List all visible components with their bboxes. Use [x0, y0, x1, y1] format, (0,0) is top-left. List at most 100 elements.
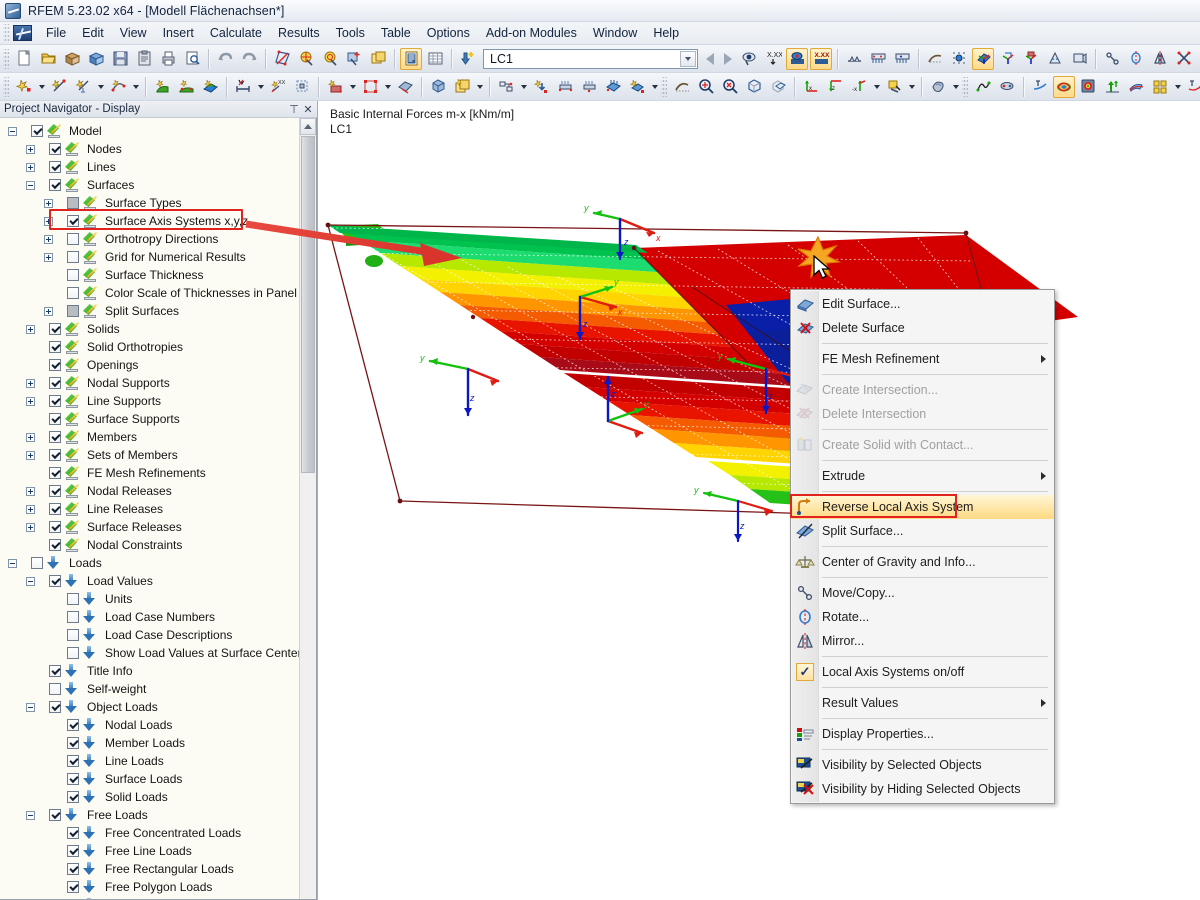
- tree-expander-plus-icon[interactable]: [26, 162, 35, 172]
- mirror-tool-icon[interactable]: [1149, 48, 1171, 70]
- support-reaction-icon[interactable]: [1101, 76, 1123, 98]
- section-cut-icon[interactable]: [1184, 76, 1200, 98]
- tree-item[interactable]: Surface Releases: [4, 518, 299, 536]
- tree-item[interactable]: Object Loads: [4, 698, 299, 716]
- tree-checkbox[interactable]: [49, 665, 61, 677]
- tree-checkbox[interactable]: [31, 557, 43, 569]
- tree-checkbox[interactable]: [67, 791, 79, 803]
- tree-checkbox[interactable]: [31, 125, 43, 137]
- context-menu-item-visibility-by-hiding-selected-objects[interactable]: Visibility by Hiding Selected Objects: [791, 777, 1054, 801]
- new-load-case-icon[interactable]: [457, 48, 479, 70]
- new-dimension-icon[interactable]: [72, 76, 94, 98]
- menu-grip[interactable]: [3, 24, 10, 42]
- tree-checkbox[interactable]: [49, 449, 61, 461]
- tree-checkbox[interactable]: [49, 809, 61, 821]
- copy-window-icon[interactable]: [367, 48, 389, 70]
- tree-checkbox[interactable]: [67, 215, 79, 227]
- render-view-dropdown-icon[interactable]: [906, 76, 917, 98]
- new-window-view-icon[interactable]: [451, 76, 473, 98]
- redo-icon[interactable]: [238, 48, 260, 70]
- tree-item[interactable]: Free Polygon Loads: [4, 878, 299, 896]
- tree-checkbox[interactable]: [49, 179, 61, 191]
- result-surface-icon[interactable]: [1125, 76, 1147, 98]
- new-solid-icon[interactable]: [175, 76, 197, 98]
- tree-checkbox[interactable]: [67, 827, 79, 839]
- display-mode-dropdown-icon[interactable]: [950, 76, 961, 98]
- tree-item[interactable]: Free Rectangular Loads: [4, 860, 299, 878]
- new-node-icon[interactable]: [13, 76, 35, 98]
- new-node-dropdown-icon[interactable]: [36, 76, 47, 98]
- select-circle-icon[interactable]: [319, 48, 341, 70]
- tree-expander-plus-icon[interactable]: [26, 396, 35, 406]
- tree-item[interactable]: Nodal Supports: [4, 374, 299, 392]
- tree-checkbox[interactable]: [67, 269, 79, 281]
- zoom-in-icon[interactable]: [695, 76, 717, 98]
- context-menu-item-split-surface[interactable]: Split Surface...: [791, 519, 1054, 543]
- view-yz-icon[interactable]: z: [824, 76, 846, 98]
- tree-checkbox[interactable]: [49, 323, 61, 335]
- tree-expander-plus-icon[interactable]: [44, 306, 53, 316]
- deformation-icon[interactable]: [972, 76, 994, 98]
- tree-item[interactable]: Show Load Values at Surface Center: [4, 644, 302, 662]
- tree-item[interactable]: Nodal Loads: [4, 716, 299, 734]
- results-on-off-icon[interactable]: [738, 48, 760, 70]
- tree-item[interactable]: Load Case Descriptions: [4, 626, 299, 644]
- context-menu-item-display-properties[interactable]: Display Properties...: [791, 722, 1054, 746]
- tree-item[interactable]: Member Loads: [4, 734, 299, 752]
- menu-item-table[interactable]: Table: [373, 23, 419, 44]
- display-mode-icon[interactable]: [927, 76, 949, 98]
- tree-expander-plus-icon[interactable]: [26, 504, 35, 514]
- tree-item[interactable]: Free Concentrated Loads: [4, 824, 299, 842]
- menu-item-results[interactable]: Results: [270, 23, 328, 44]
- context-menu-item-visibility-by-selected-objects[interactable]: Visibility by Selected Objects: [791, 753, 1054, 777]
- tree-checkbox[interactable]: [67, 233, 79, 245]
- tree-item[interactable]: Free Line Loads: [4, 842, 299, 860]
- tree-checkbox[interactable]: [49, 521, 61, 533]
- tree-item[interactable]: Surface Thickness: [4, 266, 299, 284]
- tree-checkbox[interactable]: [49, 395, 61, 407]
- tree-expander-minus-icon[interactable]: [26, 576, 35, 586]
- tree-checkbox[interactable]: [67, 863, 79, 875]
- snap-icon[interactable]: [671, 76, 693, 98]
- print-icon[interactable]: [157, 48, 179, 70]
- tree-checkbox[interactable]: [67, 755, 79, 767]
- render-view-icon[interactable]: [883, 76, 905, 98]
- toolbar-grip-4[interactable]: [962, 76, 968, 97]
- cross-tool-icon[interactable]: [1173, 48, 1195, 70]
- pin-icon[interactable]: ⊤: [287, 102, 301, 116]
- tree-checkbox[interactable]: [49, 539, 61, 551]
- tree-expander-plus-icon[interactable]: [44, 252, 53, 262]
- context-menu-item-rotate[interactable]: Rotate...: [791, 605, 1054, 629]
- axis-system-3-icon[interactable]: [1020, 48, 1042, 70]
- tree-expander-plus-icon[interactable]: [26, 522, 35, 532]
- new-window-dropdown-icon[interactable]: [474, 76, 485, 98]
- load-case-combo[interactable]: LC1: [483, 48, 698, 69]
- transfer-dropdown-icon[interactable]: [518, 76, 529, 98]
- open-folder-icon[interactable]: [37, 48, 59, 70]
- table-grid-icon[interactable]: [424, 48, 446, 70]
- tree-item[interactable]: Openings: [4, 356, 299, 374]
- tree-item[interactable]: Surface Loads: [4, 770, 299, 788]
- tree-checkbox[interactable]: [49, 503, 61, 515]
- tree-item[interactable]: Units: [4, 590, 299, 608]
- tree-item[interactable]: Surfaces: [4, 176, 299, 194]
- new-line-support-dropdown-icon[interactable]: [382, 76, 393, 98]
- rotate-tool-icon[interactable]: [1125, 48, 1147, 70]
- menu-item-options[interactable]: Options: [419, 23, 478, 44]
- context-menu-item-reverse-local-axis-system[interactable]: Reverse Local Axis System: [791, 495, 1054, 519]
- context-menu-item-fe-mesh-refinement[interactable]: FE Mesh Refinement: [791, 347, 1054, 371]
- select-plane-icon[interactable]: [271, 48, 293, 70]
- new-nodal-support-dropdown-icon[interactable]: [347, 76, 358, 98]
- tree-item[interactable]: Surface Supports: [4, 410, 299, 428]
- tree-item[interactable]: Surface Types: [4, 194, 299, 212]
- tree-expander-plus-icon[interactable]: [26, 486, 35, 496]
- new-line-icon[interactable]: [48, 76, 70, 98]
- zoom-all-icon[interactable]: [743, 76, 765, 98]
- line-support-group2-icon[interactable]: [891, 48, 913, 70]
- tree-expander-plus-icon[interactable]: [26, 324, 35, 334]
- results-values-icon[interactable]: X.XX: [762, 48, 784, 70]
- tree-checkbox[interactable]: [67, 305, 79, 317]
- tree-expander-minus-icon[interactable]: [26, 702, 35, 712]
- tree-checkbox[interactable]: [49, 431, 61, 443]
- new-opening-icon[interactable]: [199, 76, 221, 98]
